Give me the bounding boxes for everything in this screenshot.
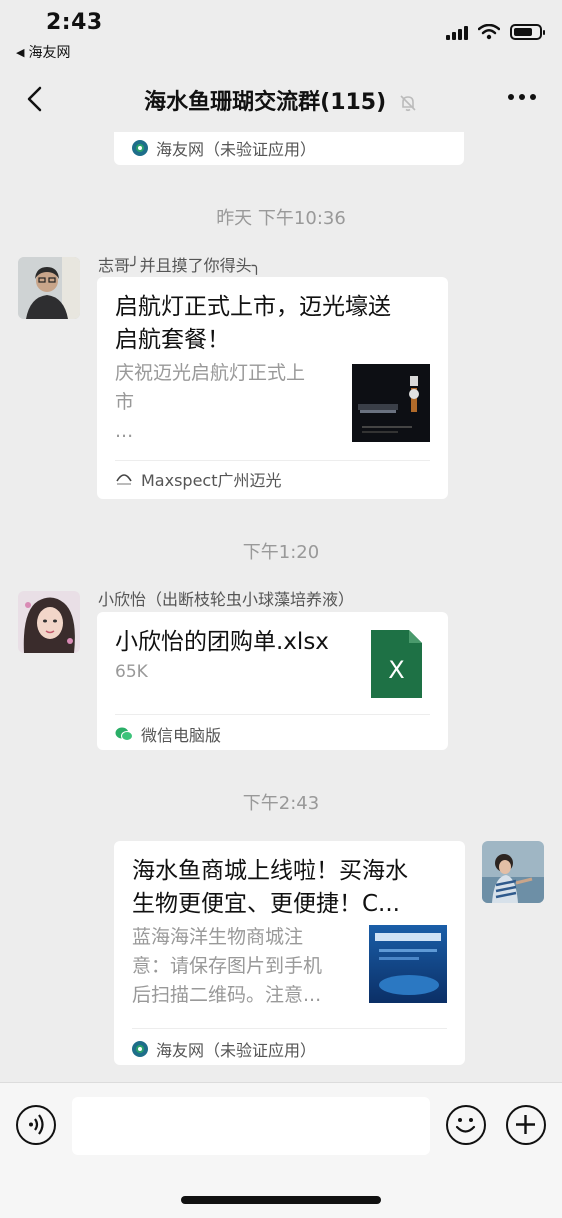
status-time: 2:43: [46, 10, 103, 35]
card-description: 庆祝迈光启航灯正式上 市 ...: [115, 359, 335, 446]
card-title-line: 启航套餐！: [115, 327, 230, 353]
message-card-link[interactable]: 启航灯正式上市，迈光壕送 启航套餐！ 庆祝迈光启航灯正式上 市 ... Maxs…: [97, 277, 448, 499]
card-source-label: 海友网（未验证应用）: [156, 140, 317, 159]
card-source: 微信电脑版: [115, 722, 221, 746]
avatar-photo: [482, 841, 544, 903]
avatar[interactable]: [18, 591, 80, 653]
emoji-icon: [455, 1118, 476, 1133]
card-source: 海友网（未验证应用）: [132, 136, 316, 160]
card-thumbnail: [352, 364, 430, 442]
card-title-line: 生物更便宜、更便捷！C...: [132, 891, 400, 917]
file-size: 65K: [115, 662, 148, 682]
home-indicator[interactable]: [181, 1196, 381, 1204]
voice-button[interactable]: [16, 1105, 56, 1145]
maxspect-logo-icon: [116, 474, 132, 485]
file-name: 小欣怡的团购单.xlsx: [115, 629, 329, 655]
avatar-photo: [18, 257, 80, 319]
file-icon-letter: X: [388, 656, 405, 684]
card-source-label: 微信电脑版: [141, 726, 222, 745]
timestamp: 昨天 下午10:36: [216, 208, 346, 229]
emoji-button[interactable]: [446, 1105, 486, 1145]
message-input[interactable]: [72, 1097, 430, 1155]
card-source: Maxspect广州迈光: [115, 467, 282, 491]
wifi-icon: [478, 24, 500, 40]
voice-icon: [29, 1114, 44, 1135]
battery-icon: [510, 24, 545, 40]
nav-bar: 海水鱼珊瑚交流群(115): [0, 70, 562, 132]
excel-file-icon: X: [371, 630, 422, 698]
timestamp: 下午2:43: [242, 793, 320, 814]
chat-title: 海水鱼珊瑚交流群(115): [0, 84, 562, 116]
more-icon[interactable]: [508, 94, 536, 100]
message-card-link[interactable]: 海水鱼商城上线啦！买海水 生物更便宜、更便捷！C... 蓝海海洋生物商城注 意：…: [114, 841, 465, 1065]
back-app-label: 海友网: [28, 45, 71, 61]
chat-area[interactable]: 海友网（未验证应用） 昨天 下午10:36 志哥╯并且摸了你得头╮ 启航灯正式上…: [0, 132, 562, 1082]
card-desc-line: 蓝海海洋生物商城注: [132, 926, 304, 948]
card-source-label: 海友网（未验证应用）: [156, 1041, 317, 1060]
card-title: 海水鱼商城上线啦！买海水 生物更便宜、更便捷！C...: [132, 855, 452, 921]
status-icons: [446, 24, 545, 40]
card-desc-line: 庆祝迈光启航灯正式上: [115, 362, 306, 384]
wechat-icon: [115, 727, 133, 741]
my-avatar[interactable]: [482, 841, 544, 903]
card-title: 启航灯正式上市，迈光壕送 启航套餐！: [115, 291, 435, 357]
signal-icon: [446, 24, 468, 40]
plus-button[interactable]: [506, 1105, 546, 1145]
chat-title-text: 海水鱼珊瑚交流群(115): [144, 90, 387, 115]
card-desc-line: ...: [115, 420, 134, 442]
back-triangle-icon: ◀: [16, 45, 25, 59]
card-thumbnail: [369, 925, 447, 1003]
card-description: 蓝海海洋生物商城注 意：请保存图片到手机 后扫描二维码。注意...: [132, 923, 357, 1010]
avatar[interactable]: [18, 257, 80, 319]
card-desc-line: 市: [115, 391, 135, 413]
card-title-line: 海水鱼商城上线啦！买海水: [132, 858, 408, 884]
back-to-app[interactable]: ◀ 海友网: [16, 42, 70, 62]
status-bar: 2:43 ◀ 海友网: [0, 0, 562, 70]
card-desc-line: 意：请保存图片到手机: [132, 955, 323, 977]
mute-bell-icon: [400, 95, 416, 112]
sender-name: 志哥╯并且摸了你得头╮: [98, 256, 262, 275]
message-card-top[interactable]: 海友网（未验证应用）: [114, 132, 464, 165]
sender-name: 小欣怡（出断枝轮虫小球藻培养液）: [98, 590, 355, 609]
plus-icon: [516, 1115, 535, 1134]
card-title-line: 启航灯正式上市，迈光壕送: [115, 294, 391, 320]
card-desc-line: 后扫描二维码。注意...: [132, 984, 322, 1006]
app-logo-icon: [132, 1041, 148, 1057]
timestamp: 下午1:20: [242, 542, 320, 563]
app-logo-icon: [132, 140, 148, 156]
message-card-file[interactable]: 小欣怡的团购单.xlsx 65K X 微信电脑版: [97, 612, 448, 750]
card-source-label: Maxspect广州迈光: [141, 471, 282, 490]
avatar-photo: [18, 591, 80, 653]
card-source: 海友网（未验证应用）: [132, 1037, 316, 1061]
